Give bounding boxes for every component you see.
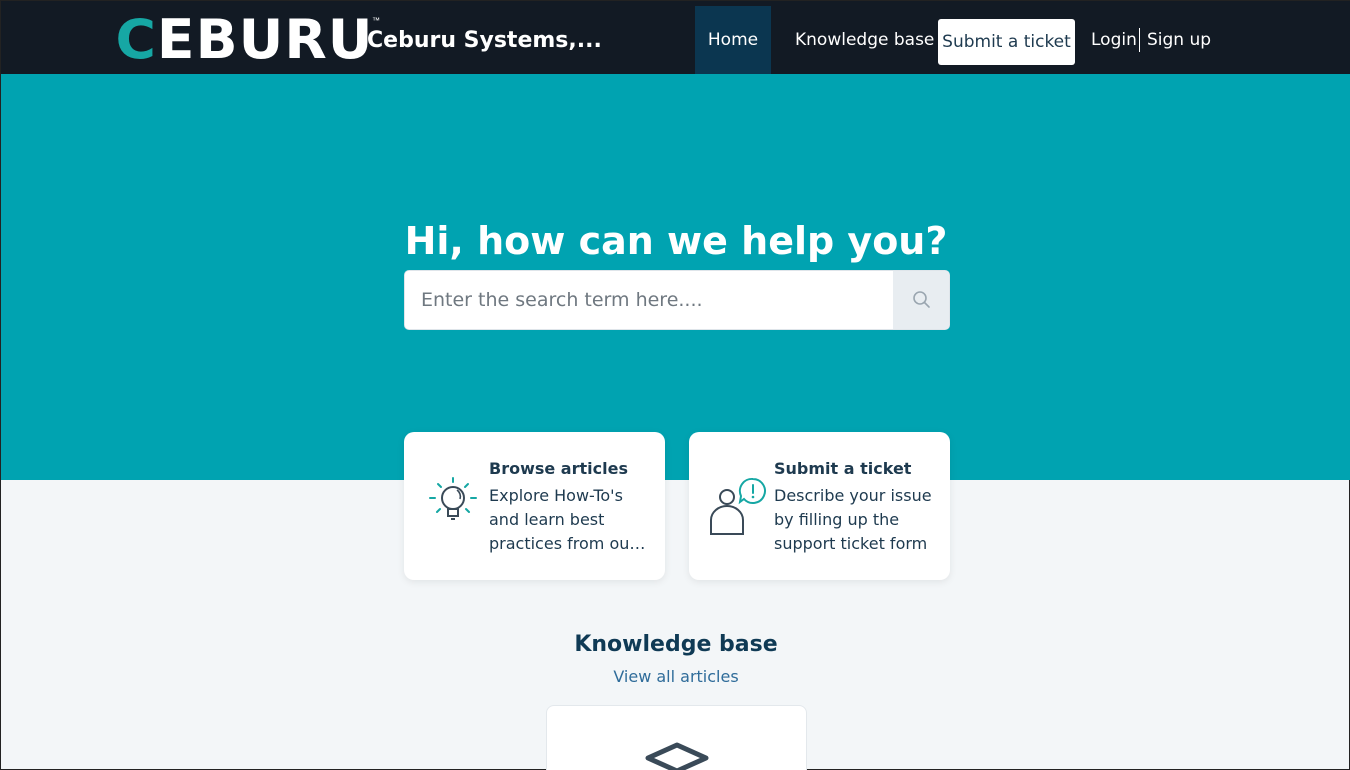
login-link[interactable]: Login [1091, 30, 1137, 50]
card-description: Describe your issue by filling up the su… [774, 486, 932, 553]
card-description: Explore How-To's and learn best practice… [489, 486, 636, 553]
lightbulb-icon [429, 477, 477, 520]
top-navigation-bar: CEBURU ™ Ceburu Systems,... Home Knowled… [1, 1, 1350, 74]
ceburu-logo[interactable]: CEBURU ™ [115, 8, 379, 71]
knowledge-base-category-card[interactable] [546, 705, 807, 770]
nav-knowledge-base-link[interactable]: Knowledge base [795, 30, 934, 50]
signup-link[interactable]: Sign up [1147, 30, 1211, 50]
person-alert-icon [710, 477, 766, 535]
search-bar [404, 270, 950, 330]
company-name[interactable]: Ceburu Systems,... [367, 28, 602, 53]
view-all-articles-link[interactable]: View all articles [1, 667, 1350, 686]
submit-ticket-card[interactable]: Submit a ticket Describe your issue by f… [689, 432, 950, 580]
nav-divider [1139, 28, 1140, 52]
search-icon [912, 291, 930, 308]
diamond-icon [645, 742, 709, 770]
nav-home-link[interactable]: Home [695, 6, 771, 74]
card-title: Browse articles [489, 459, 628, 478]
browse-articles-card[interactable]: Browse articles Explore How-To's and lea… [404, 432, 665, 580]
logo-wordmark: CEBURU [115, 8, 374, 71]
card-title: Submit a ticket [774, 459, 912, 478]
submit-ticket-button[interactable]: Submit a ticket [938, 19, 1075, 65]
hero-title: Hi, how can we help you? [404, 219, 948, 263]
knowledge-base-heading: Knowledge base [574, 632, 778, 657]
search-input[interactable] [405, 271, 893, 329]
search-button[interactable] [893, 271, 949, 329]
